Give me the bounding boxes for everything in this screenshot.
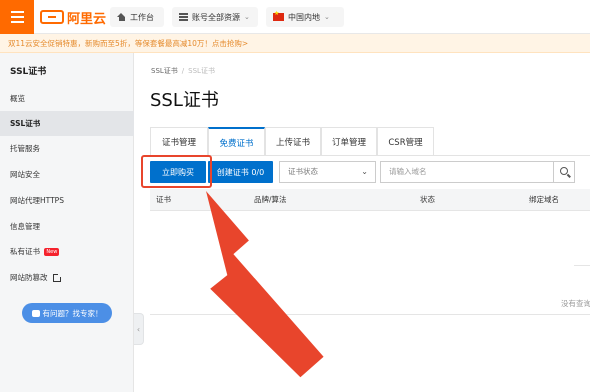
home-icon xyxy=(117,13,126,21)
sidebar-item-ssl-certificate[interactable]: SSL证书 xyxy=(0,111,134,136)
tab-csr-management[interactable]: CSR管理 xyxy=(377,127,434,156)
sidebar-item-label: 托管服务 xyxy=(10,144,40,153)
empty-state-text: 没有查询 xyxy=(561,299,590,308)
search-icon xyxy=(560,167,568,175)
sidebar-item-label: 信息管理 xyxy=(10,222,40,231)
column-header-brand-algorithm: 品牌/算法 xyxy=(254,195,287,204)
column-header-bound-domain: 绑定域名 xyxy=(529,195,559,204)
chevron-left-icon: ‹ xyxy=(136,324,141,334)
chevron-down-icon: ⌄ xyxy=(361,167,368,176)
ask-expert-button[interactable]: 有问题？找专家！ xyxy=(22,303,112,323)
external-link-icon xyxy=(52,273,62,282)
column-header-status: 状态 xyxy=(420,195,435,204)
page-title: SSL证书 xyxy=(150,90,219,111)
certificate-status-select[interactable]: 证书状态 ⌄ xyxy=(279,161,376,183)
region-label: 中国内地 xyxy=(288,12,320,22)
search-button[interactable] xyxy=(553,161,575,183)
sidebar-title: SSL证书 xyxy=(10,67,47,77)
workbench-label: 工作台 xyxy=(130,12,154,22)
top-bar: 阿里云 工作台 账号全部资源 ⌄ 中国内地 ⌄ xyxy=(0,0,590,34)
tabs-divider xyxy=(150,155,590,156)
sidebar-item-label: 网站安全 xyxy=(10,170,40,179)
sidebar-item-tamper-protection[interactable]: 网站防篡改 xyxy=(0,265,134,290)
aliyun-logo-icon xyxy=(40,10,64,24)
sidebar-item-label: 概览 xyxy=(10,94,25,103)
chat-icon xyxy=(31,309,40,317)
sidebar-item-overview[interactable]: 概览 xyxy=(0,86,134,111)
tab-upload-certificate[interactable]: 上传证书 xyxy=(265,127,321,156)
tab-order-management[interactable]: 订单管理 xyxy=(321,127,377,156)
workbench-button[interactable]: 工作台 xyxy=(110,7,164,27)
column-header-certificate: 证书 xyxy=(156,195,171,204)
tab-free-certificate[interactable]: 免费证书 xyxy=(208,127,265,156)
breadcrumb-root[interactable]: SSL证书 xyxy=(151,67,178,75)
sidebar: SSL证书 概览 SSL证书 托管服务 网站安全 网站代理HTTPS 信息管理 … xyxy=(0,53,134,392)
sidebar-item-label: 私有证书 xyxy=(10,247,40,256)
domain-search-input[interactable]: 请输入域名 xyxy=(380,161,554,183)
breadcrumb-current: SSL证书 xyxy=(188,67,215,75)
certificate-status-value: 证书状态 xyxy=(288,167,318,176)
sidebar-item-https-proxy[interactable]: 网站代理HTTPS xyxy=(0,188,134,213)
empty-state-divider xyxy=(574,265,590,266)
tab-certificate-management[interactable]: 证书管理 xyxy=(150,127,208,156)
create-certificate-button[interactable]: 创建证书 0/0 xyxy=(208,161,273,183)
sidebar-item-private-certificate[interactable]: 私有证书 New xyxy=(0,239,134,264)
breadcrumb: SSL证书 / SSL证书 xyxy=(151,66,215,76)
account-resources-dropdown[interactable]: 账号全部资源 ⌄ xyxy=(172,7,258,27)
sidebar-item-label: SSL证书 xyxy=(10,119,41,128)
breadcrumb-separator: / xyxy=(181,67,185,75)
promo-notice[interactable]: 双11云安全促销特惠，新购而至5折，等保套餐最高减10万！点击抢购> xyxy=(0,34,590,53)
annotation-highlight-box xyxy=(141,155,212,188)
new-badge: New xyxy=(44,248,60,256)
region-dropdown[interactable]: 中国内地 ⌄ xyxy=(266,7,344,27)
menu-icon[interactable] xyxy=(0,0,34,34)
chevron-down-icon: ⌄ xyxy=(244,13,250,21)
sidebar-item-label: 网站代理HTTPS xyxy=(10,196,64,205)
sidebar-item-info-management[interactable]: 信息管理 xyxy=(0,214,134,239)
account-resources-label: 账号全部资源 xyxy=(192,12,240,22)
table-header: 证书 品牌/算法 状态 绑定域名 xyxy=(150,189,590,211)
chevron-down-icon: ⌄ xyxy=(324,13,330,21)
china-flag-icon xyxy=(273,10,284,21)
logo-text: 阿里云 xyxy=(67,11,107,27)
table-bottom-border xyxy=(150,314,590,315)
sidebar-item-hosting-service[interactable]: 托管服务 xyxy=(0,136,134,161)
sidebar-item-website-security[interactable]: 网站安全 xyxy=(0,162,134,187)
ask-expert-label: 有问题？找专家！ xyxy=(42,308,103,318)
resources-icon xyxy=(179,13,188,21)
sidebar-item-label: 网站防篡改 xyxy=(10,273,48,282)
aliyun-logo[interactable]: 阿里云 xyxy=(40,8,107,27)
sidebar-collapse-handle[interactable]: ‹ xyxy=(134,313,144,345)
